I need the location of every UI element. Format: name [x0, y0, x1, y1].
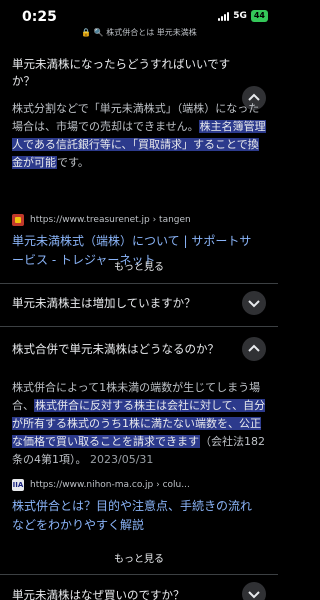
faq-answer-1: 株式分割などで「単元未満株式」（端株）になった場合は、市場での売却はできません。…: [12, 100, 268, 172]
chevron-up-icon: [248, 344, 260, 352]
divider: [0, 283, 278, 284]
answer-date: 2023/05/31: [90, 453, 154, 466]
faq-question-2[interactable]: 単元未満株主は増加していますか？: [12, 295, 237, 312]
site-favicon-icon: IIA: [12, 479, 24, 491]
divider: [0, 326, 278, 327]
answer-tail: です。: [57, 156, 89, 169]
faq-question-4[interactable]: 単元未満株はなぜ買いのですか？: [12, 587, 237, 600]
expand-toggle-2[interactable]: [242, 291, 266, 315]
expand-toggle-4[interactable]: [242, 582, 266, 600]
chevron-down-icon: [248, 591, 260, 599]
network-type: 5G: [233, 11, 247, 21]
battery-icon: 44: [250, 10, 268, 22]
search-icon: 🔍: [93, 28, 104, 37]
signal-icon: [218, 11, 230, 21]
url-bar[interactable]: 🔒 🔍 株式併合とは 単元未満株: [0, 27, 278, 41]
status-indicators: 5G 44: [218, 10, 268, 22]
result-source-1[interactable]: https://www.treasurenet.jp › tangen: [12, 214, 191, 226]
site-favicon-icon: [12, 214, 24, 226]
show-more-button-3[interactable]: もっと見る: [0, 550, 278, 565]
faq-answer-3: 株式併合によって1株未満の端数が生じてしまう場合、株式併合に反対する株主は会社に…: [12, 379, 268, 469]
status-time: 0:25: [22, 9, 57, 25]
faq-question-1[interactable]: 単元未満株になったらどうすればいいですか？: [12, 56, 237, 90]
chevron-down-icon: [248, 300, 260, 308]
people-also-ask: 単元未満株になったらどうすればいいですか？ 株式分割などで「単元未満株式」（端株…: [0, 44, 278, 600]
show-more-button-1[interactable]: もっと見る: [0, 258, 278, 273]
lock-icon: 🔒: [81, 28, 92, 37]
faq-question-3[interactable]: 株式合併で単元未満株はどうなるのか？: [12, 341, 237, 358]
divider: [0, 574, 278, 575]
source-url: https://www.treasurenet.jp › tangen: [30, 215, 191, 225]
source-url: https://www.nihon-ma.co.jp › colu...: [30, 480, 190, 490]
status-bar: 0:25 5G 44: [0, 0, 278, 26]
collapse-toggle-3[interactable]: [242, 337, 266, 361]
result-title-link-3[interactable]: 株式併合とは？目的や注意点、手続きの流れなどをわかりやすく解説: [12, 497, 262, 535]
url-text: 株式併合とは 単元未満株: [106, 28, 197, 37]
result-source-3[interactable]: IIA https://www.nihon-ma.co.jp › colu...: [12, 479, 190, 491]
